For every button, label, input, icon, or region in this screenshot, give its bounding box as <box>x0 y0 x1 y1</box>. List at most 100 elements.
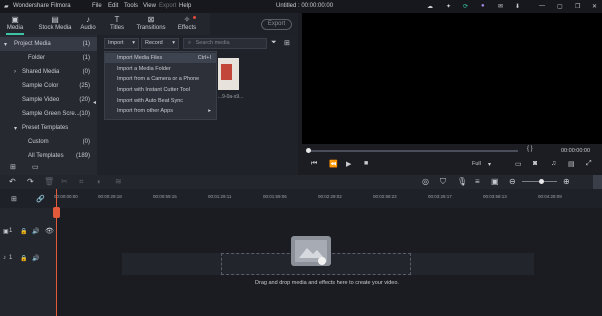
link-icon[interactable]: 🔗 <box>36 195 45 203</box>
quality-dropdown[interactable]: Full <box>472 161 481 167</box>
search-input[interactable]: ⌕ Search media <box>183 38 267 49</box>
sidebar-item-all-templates[interactable]: All Templates (189) <box>0 149 97 163</box>
sidebar-item-sample-video[interactable]: Sample Video (20) <box>0 93 97 107</box>
tab-audio[interactable]: ♪ Audio <box>73 13 103 35</box>
add-track-icon[interactable]: ⊞ <box>11 195 17 203</box>
sync-icon[interactable]: ⟳ <box>463 3 468 10</box>
lock-icon[interactable]: 🔒 <box>20 255 27 262</box>
play-icon[interactable]: ▶ <box>346 160 351 168</box>
playhead-handle[interactable] <box>53 207 60 218</box>
zoom-out-icon[interactable]: ⊖ <box>509 177 516 186</box>
cloud-icon[interactable]: ☁ <box>427 3 433 10</box>
mail-icon[interactable]: ✉ <box>498 3 503 10</box>
ruler-tick: 00:02:29:02 <box>318 194 342 199</box>
menu-item-import-camera-phone[interactable]: Import from a Camera or a Phone <box>105 74 216 84</box>
tab-stock-media[interactable]: ▤ Stock Media <box>37 13 73 35</box>
thumbnail-image <box>221 64 232 80</box>
media-tabs: ▣ Media ▤ Stock Media ♪ Audio T Titles ⊠… <box>0 13 210 35</box>
menu-item-import-media-folder[interactable]: Import a Media Folder <box>105 64 216 74</box>
menu-item-auto-beat-sync[interactable]: Import with Auto Beat Sync <box>105 96 216 106</box>
lightbulb-icon[interactable]: ✦ <box>446 3 451 10</box>
import-dropdown[interactable]: Import ▾ <box>104 38 139 49</box>
eye-icon[interactable]: 👁 <box>45 227 54 235</box>
previous-frame-icon[interactable]: ⏮ <box>311 160 317 168</box>
audio-track-icon: ♪ <box>3 255 6 261</box>
media-thumbnail-caption: ...9-0a-s9... <box>218 94 244 100</box>
chevron-down-icon[interactable]: ▾ <box>488 161 491 168</box>
sidebar-item-preset-templates[interactable]: ▾ Preset Templates <box>0 121 97 135</box>
menu-help[interactable]: Help <box>179 3 191 9</box>
chevron-down-icon: ▾ <box>132 40 135 46</box>
ruler-tick: 00:04:28:09 <box>538 194 562 199</box>
folder-icon[interactable]: ▭ <box>32 163 39 171</box>
cut-icon[interactable]: ✂ <box>61 177 68 186</box>
tab-titles[interactable]: T Titles <box>102 13 132 35</box>
zoom-slider[interactable] <box>522 179 557 184</box>
redo-icon[interactable]: ↷ <box>27 177 34 186</box>
sidebar-item-custom[interactable]: Custom (0) <box>0 135 97 149</box>
sidebar-item-shared-media[interactable]: › Shared Media (0) <box>0 65 97 79</box>
sidebar-item-folder[interactable]: Folder (1) <box>0 51 97 65</box>
render-preview-icon[interactable]: ◎ <box>422 177 429 186</box>
render-icon[interactable]: ▤ <box>568 160 575 168</box>
display-icon[interactable]: ▭ <box>515 160 522 168</box>
menu-item-other-apps[interactable]: Import from other Apps ▸ <box>105 106 216 116</box>
menu-export[interactable]: Export <box>159 3 176 9</box>
delete-icon[interactable]: 🗑 <box>44 177 54 186</box>
speaker-icon[interactable]: 🔊 <box>32 228 39 235</box>
menu-item-import-media-files[interactable]: Import Media Files Ctrl+I <box>105 53 216 63</box>
microphone-icon[interactable]: 🎙 <box>457 177 467 186</box>
maximize-icon[interactable]: ▢ <box>557 3 563 10</box>
mark-brackets[interactable]: { } <box>527 146 533 152</box>
zoom-in-icon[interactable]: ⊕ <box>563 177 570 186</box>
speaker-icon[interactable]: 🔊 <box>32 255 39 262</box>
audio-mix-icon[interactable]: ≡ <box>475 177 480 186</box>
preview-scrubber[interactable] <box>306 148 518 153</box>
lock-icon[interactable]: 🔒 <box>20 228 27 235</box>
collapse-panel-icon[interactable]: ◂ <box>93 99 96 106</box>
chevron-down-icon: ▾ <box>4 42 8 48</box>
snapshot-icon[interactable]: ◙ <box>533 160 537 167</box>
timeline-menu-button[interactable] <box>593 175 602 189</box>
zoom-slider-handle[interactable] <box>539 179 544 184</box>
marker-icon[interactable]: ⛉ <box>440 177 446 187</box>
export-button[interactable]: Export <box>261 19 292 30</box>
crop-icon[interactable]: ⌗ <box>79 177 84 187</box>
sidebar-item-sample-color[interactable]: Sample Color (25) <box>0 79 97 93</box>
ruler-tick: 00:00:00:00 <box>54 194 78 199</box>
download-icon[interactable]: ⬇ <box>515 3 520 10</box>
media-thumbnail[interactable] <box>218 58 239 90</box>
transitions-icon: ⊠ <box>147 15 155 24</box>
color-icon[interactable]: ◐ <box>97 177 102 186</box>
stop-icon[interactable]: ■ <box>364 160 368 167</box>
step-back-icon[interactable]: ⏪ <box>329 160 338 168</box>
tab-transitions[interactable]: ⊠ Transitions <box>135 13 167 35</box>
chevron-down-icon: ▾ <box>172 40 175 46</box>
volume-icon[interactable]: ♫ <box>551 160 556 167</box>
subtitle-icon[interactable]: ▣ <box>491 177 499 186</box>
fullscreen-icon[interactable]: ⤢ <box>586 160 592 168</box>
sidebar-item-project-media[interactable]: ▾ Project Media (1) <box>0 37 97 51</box>
tab-effects[interactable]: ✧ Effects <box>172 13 202 35</box>
menu-tools[interactable]: Tools <box>124 3 138 9</box>
close-icon[interactable]: ✕ <box>592 3 597 10</box>
restore-icon[interactable]: ❐ <box>575 3 580 10</box>
avatar[interactable]: ● <box>481 3 485 9</box>
ruler-tick: 00:02:58:22 <box>373 194 397 199</box>
preview-screen <box>302 13 602 144</box>
sidebar-item-sample-green-screen[interactable]: Sample Green Scre... (10) <box>0 107 97 121</box>
new-folder-icon[interactable]: ⊞ <box>10 163 16 171</box>
audio-wave-icon[interactable]: ≋ <box>115 177 122 186</box>
menu-edit[interactable]: Edit <box>108 3 118 9</box>
grid-view-icon[interactable]: ⊞ <box>284 39 290 47</box>
scrubber-handle[interactable] <box>306 148 311 153</box>
menu-view[interactable]: View <box>143 3 156 9</box>
minimize-icon[interactable]: — <box>539 3 545 9</box>
record-dropdown[interactable]: Record ▾ <box>141 38 179 49</box>
tab-media[interactable]: ▣ Media <box>0 13 30 35</box>
undo-icon[interactable]: ↶ <box>9 177 16 186</box>
menu-item-instant-cutter[interactable]: Import with Instant Cutter Tool <box>105 85 216 95</box>
filter-icon[interactable]: ⏷ <box>271 39 277 47</box>
menu-file[interactable]: File <box>92 3 102 9</box>
timeline-ruler[interactable]: 00:00:00:00 00:00:29:18 00:00:59:15 00:0… <box>54 189 602 208</box>
